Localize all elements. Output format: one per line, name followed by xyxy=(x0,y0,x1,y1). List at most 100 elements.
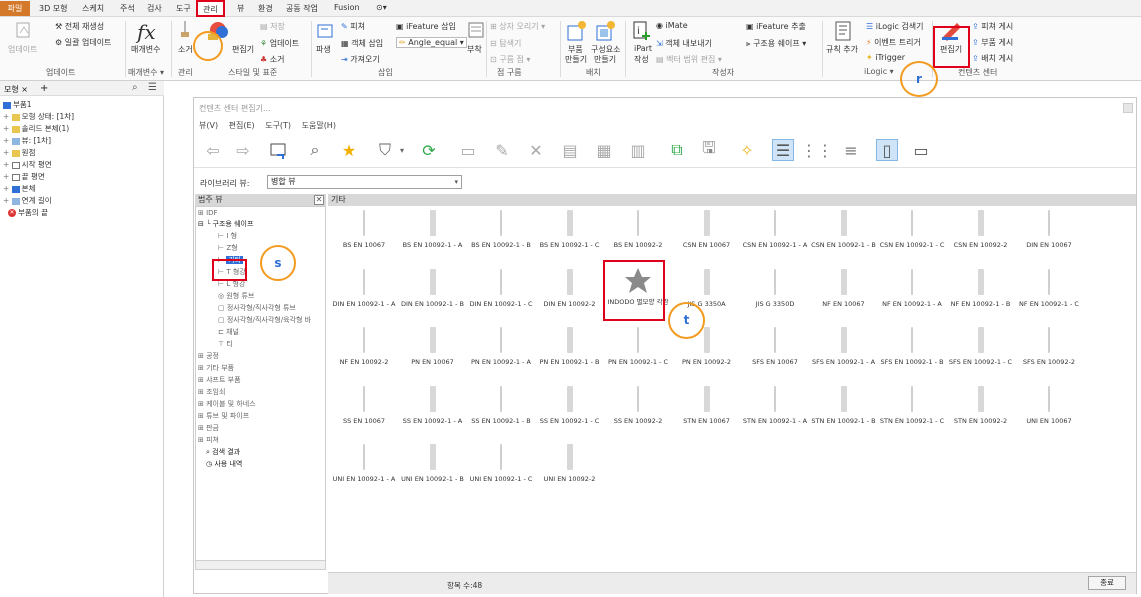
style-save-button[interactable]: ▤ 저장 xyxy=(260,21,285,32)
make-component-label-2[interactable]: 만들기 xyxy=(594,54,616,65)
save-icon[interactable]: 🖫 xyxy=(698,138,720,161)
category-structural-shapes[interactable]: ⊟ └ 구조용 쉐이프 xyxy=(198,219,253,229)
search-icon[interactable]: ⌕ xyxy=(132,82,138,93)
family-table-icon[interactable]: ▤ xyxy=(559,139,581,161)
family-item[interactable]: BS EN 10092-1 - A xyxy=(397,208,469,254)
derive-button[interactable]: 파생 xyxy=(316,44,331,55)
tree-root-part[interactable]: 부품1 xyxy=(3,100,32,110)
family-item[interactable]: NF EN 10092-1 - B xyxy=(945,267,1017,313)
category-sheet-metal[interactable]: ⊞ 판금 xyxy=(198,423,219,433)
favorites-star-icon[interactable]: ★ xyxy=(338,139,360,161)
family-item[interactable]: STN EN 10092-2 xyxy=(945,384,1017,430)
menu-view[interactable]: 뷰(V) xyxy=(199,121,218,130)
publish-layout-button[interactable]: ⇪ 배치 게시 xyxy=(972,53,1013,64)
family-item[interactable]: UNI EN 10092-1 - B xyxy=(397,442,469,488)
view-list-icon[interactable]: ☰ xyxy=(772,139,794,161)
category-z[interactable]: ⊢ Z형 xyxy=(218,243,238,253)
menu-tools[interactable]: 도구(T) xyxy=(265,121,291,130)
tree-origin[interactable]: + 원점 xyxy=(3,148,35,158)
family-item[interactable]: NF EN 10092-2 xyxy=(328,325,400,371)
tab-fusion[interactable]: Fusion xyxy=(334,3,360,12)
insert-ifeature-button[interactable]: ▣ iFeature 삽입 xyxy=(396,21,456,32)
import-button[interactable]: ⇥ 가져오기 xyxy=(341,54,380,65)
family-item[interactable]: CSN EN 10067 xyxy=(671,208,743,254)
family-item[interactable]: DIN EN 10092-2 xyxy=(534,267,606,313)
family-item[interactable]: BS EN 10092-1 - B xyxy=(465,208,537,254)
family-item[interactable]: STN EN 10092-1 - B xyxy=(808,384,880,430)
insert-object-button[interactable]: ▦ 객체 삽입 xyxy=(341,38,383,49)
family-item[interactable]: STN EN 10092-1 - C xyxy=(876,384,948,430)
copy-to-icon[interactable]: ⧉ xyxy=(666,139,688,161)
category-fasteners[interactable]: ⊞ 조임쇠 xyxy=(198,387,225,397)
tab-collaborate[interactable]: 공동 작업 xyxy=(286,3,318,14)
family-item[interactable]: SS EN 10092-2 xyxy=(602,384,674,430)
family-item[interactable]: BS EN 10092-2 xyxy=(602,208,674,254)
export-object-button[interactable]: ⇲ 객체 내보내기 xyxy=(656,38,712,49)
family-item[interactable]: SS EN 10092-1 - C xyxy=(534,384,606,430)
family-item[interactable]: PN EN 10092-1 - B xyxy=(534,325,606,371)
tab-annotate[interactable]: 주석 xyxy=(120,3,135,14)
family-item[interactable]: NF EN 10092-1 - A xyxy=(876,267,948,313)
properties-icon[interactable]: ✧ xyxy=(736,139,758,161)
family-item[interactable]: CSN EN 10092-1 - C xyxy=(876,208,948,254)
family-item[interactable]: DIN EN 10092-1 - C xyxy=(465,267,537,313)
family-item[interactable]: SFS EN 10067 xyxy=(739,325,811,371)
category-tube-pipe[interactable]: ⊞ 튜브 및 파이프 xyxy=(198,411,249,421)
family-item[interactable]: DIN EN 10092-1 - B xyxy=(397,267,469,313)
family-item[interactable]: NF EN 10092-1 - C xyxy=(1013,267,1085,313)
style-update-button[interactable]: ⚘ 업데이트 xyxy=(260,38,299,49)
filter-icon[interactable]: ⛉ xyxy=(374,139,396,161)
family-table-delete-icon[interactable]: ▥ xyxy=(627,139,649,161)
tab-3d-model[interactable]: 3D 모형 xyxy=(39,3,68,14)
tree-end-plane[interactable]: + 끝 평면 xyxy=(3,172,45,182)
close-button[interactable]: 종료 xyxy=(1088,576,1126,590)
purge-button[interactable]: 소거 xyxy=(178,44,193,55)
view-thumbnails-icon[interactable]: ⋮⋮ xyxy=(801,139,833,161)
family-item[interactable]: STN EN 10092-1 - A xyxy=(739,384,811,430)
box-crop-button[interactable]: ⊞ 상자 오리기 ▾ xyxy=(490,21,545,32)
explorer-button[interactable]: ⊟ 탐색기 xyxy=(490,38,521,49)
menu-edit[interactable]: 편집(E) xyxy=(229,121,255,130)
family-item[interactable]: STN EN 10067 xyxy=(671,384,743,430)
menu-icon[interactable]: ☰ xyxy=(148,82,157,93)
category-features[interactable]: ⊞ 피쳐 xyxy=(198,435,219,445)
category-history[interactable]: ◷ 사용 내역 xyxy=(206,459,242,469)
family-item[interactable]: CSN EN 10092-2 xyxy=(945,208,1017,254)
publish-feature-button[interactable]: ⇪ 피쳐 게시 xyxy=(972,21,1013,32)
category-round-tube[interactable]: ◎ 원형 튜브 xyxy=(218,291,254,301)
category-search-results[interactable]: ⌕ 검색 결과 xyxy=(206,447,240,457)
view-details-icon[interactable]: ≡ xyxy=(840,139,862,161)
family-item[interactable]: SFS EN 10092-1 - C xyxy=(945,325,1017,371)
imate-button[interactable]: ◉ iMate xyxy=(656,21,688,30)
regen-all-button[interactable]: ⚙ 일괄 업데이트 xyxy=(55,37,111,48)
family-item[interactable]: SS EN 10067 xyxy=(328,384,400,430)
parameters-button[interactable]: 매개변수 xyxy=(131,44,160,55)
rebuild-all-button[interactable]: ⚒ 전체 재생성 xyxy=(55,21,104,32)
vector-range-button[interactable]: ▤ 벡터 범위 편집 ▾ xyxy=(656,54,722,65)
ribbon-group-param-label[interactable]: 매개변수 ▾ xyxy=(128,67,164,78)
style-purge-button[interactable]: ♣ 소거 xyxy=(260,54,284,65)
folder-up-icon[interactable] xyxy=(268,139,290,161)
tree-linked-length[interactable]: + 연계 길이 xyxy=(3,196,52,206)
category-rect-tube[interactable]: ▢ 정사각형/직사각형 튜브 xyxy=(218,303,296,313)
edit-family-icon[interactable]: ✎ xyxy=(491,139,513,161)
update-button[interactable]: 업데이트 xyxy=(8,44,37,55)
family-item[interactable]: PN EN 10092-1 - C xyxy=(602,325,674,371)
family-item[interactable]: UNI EN 10067 xyxy=(1013,384,1085,430)
ilogic-browser-button[interactable]: ☰ iLogic 검색기 xyxy=(866,21,923,32)
family-item[interactable]: SFS EN 10092-1 - A xyxy=(808,325,880,371)
tree-start-plane[interactable]: + 시작 평면 xyxy=(3,160,52,170)
browser-tab-model[interactable]: 모형 × xyxy=(4,84,28,95)
close-icon[interactable]: ✕ xyxy=(314,195,324,205)
family-item[interactable]: UNI EN 10092-1 - A xyxy=(328,442,400,488)
family-item[interactable]: JIS G 3350D xyxy=(739,267,811,313)
family-item[interactable]: PN EN 10067 xyxy=(397,325,469,371)
tree-solid-bodies[interactable]: + 솔리드 본체(1) xyxy=(3,124,69,134)
tree-pane-toggle-icon[interactable]: ▯ xyxy=(876,139,898,161)
publish-part-button[interactable]: ⇪ 부품 게시 xyxy=(972,37,1013,48)
back-arrow-icon[interactable]: ⇦ xyxy=(202,139,224,161)
family-item[interactable]: UNI EN 10092-1 - C xyxy=(465,442,537,488)
tree-body[interactable]: + 본체 xyxy=(3,184,35,194)
tab-manage[interactable]: 관리 xyxy=(196,0,225,17)
preview-pane-toggle-icon[interactable]: ▭ xyxy=(910,139,932,161)
